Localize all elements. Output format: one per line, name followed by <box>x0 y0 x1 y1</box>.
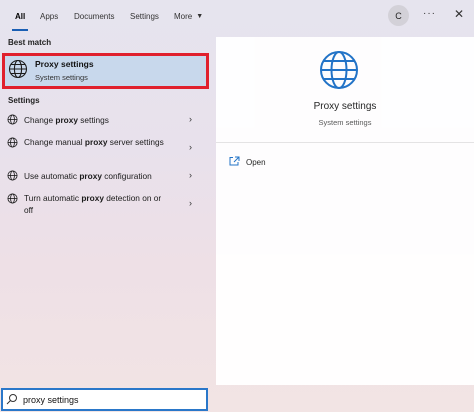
tab-all[interactable]: All <box>11 0 29 32</box>
more-options-icon[interactable]: ··· <box>423 8 436 19</box>
best-match-heading: Best match <box>8 38 52 47</box>
tab-more[interactable]: More ▼ <box>174 0 203 32</box>
globe-icon <box>7 170 18 181</box>
tab-all-label: All <box>15 11 26 21</box>
avatar-initial: C <box>395 10 402 21</box>
chevron-right-icon: › <box>189 142 192 152</box>
details-title: Proxy settings <box>313 101 377 112</box>
settings-result-item[interactable]: Use automatic proxy configuration › <box>0 168 210 184</box>
open-window-icon <box>229 156 240 166</box>
tab-settings[interactable]: Settings <box>130 0 159 32</box>
settings-result-item[interactable]: Turn automatic proxy detection on or off… <box>0 190 210 218</box>
details-divider <box>216 142 474 143</box>
best-match-title: Proxy settings <box>35 59 94 69</box>
settings-result-item[interactable]: Change manual proxy server settings › <box>0 134 210 162</box>
tab-settings-label: Settings <box>130 11 159 21</box>
caret-down-icon: ▼ <box>196 12 204 20</box>
tab-more-label: More <box>174 11 193 21</box>
chevron-right-icon: › <box>189 170 192 180</box>
settings-result-label: Turn automatic proxy detection on or off <box>24 193 162 215</box>
chevron-right-icon: › <box>189 114 192 124</box>
settings-heading: Settings <box>8 96 40 105</box>
details-subtitle: System settings <box>318 118 372 127</box>
globe-icon <box>8 59 28 79</box>
settings-result-item[interactable]: Change proxy settings › <box>0 112 210 128</box>
best-match-result[interactable]: Proxy settings System settings <box>2 53 209 89</box>
tab-documents[interactable]: Documents <box>74 0 114 32</box>
details-panel: Proxy settings System settings Open <box>216 37 474 385</box>
best-match-subtitle: System settings <box>35 73 88 82</box>
search-box <box>1 388 208 411</box>
settings-result-label: Change manual proxy server settings <box>24 137 164 147</box>
search-icon <box>6 394 17 405</box>
settings-result-label: Use automatic proxy configuration <box>24 171 152 181</box>
tab-apps[interactable]: Apps <box>40 0 58 32</box>
search-input[interactable] <box>23 391 203 408</box>
tab-documents-label: Documents <box>74 11 115 21</box>
globe-icon <box>7 137 18 148</box>
globe-icon <box>320 51 358 89</box>
globe-icon <box>7 193 18 204</box>
tab-apps-label: Apps <box>40 11 59 21</box>
close-icon[interactable]: ✕ <box>454 7 464 21</box>
globe-icon <box>7 114 18 125</box>
open-action-label: Open <box>246 158 266 167</box>
chevron-right-icon: › <box>189 198 192 208</box>
open-action[interactable]: Open <box>229 156 309 170</box>
search-filter-bar: All Apps Documents Settings More ▼ C ··· … <box>0 0 474 32</box>
account-avatar[interactable]: C <box>388 5 409 26</box>
settings-result-label: Change proxy settings <box>24 115 109 125</box>
